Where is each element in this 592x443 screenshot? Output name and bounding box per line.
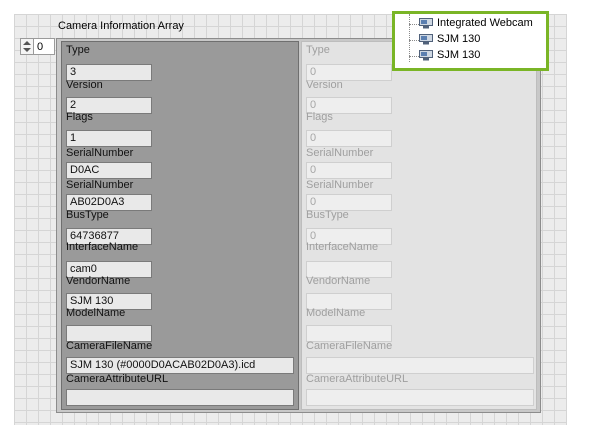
camera-icon (419, 50, 433, 61)
flags-value[interactable]: 0 (306, 130, 392, 147)
serial-number-label: SerialNumber (306, 147, 374, 159)
camera-file-name-value[interactable]: SJM 130 (#0000D0ACAB02D0A3).icd (66, 357, 294, 374)
camera-icon (419, 34, 433, 45)
camera-file-name-label: CameraFileName (306, 340, 393, 352)
camera-file-name-value[interactable] (306, 357, 534, 374)
flags-label: Flags (306, 111, 333, 123)
array-title: Camera Information Array (58, 20, 184, 32)
vendor-name-label: VendorName (306, 275, 371, 287)
flags-value[interactable]: 1 (66, 130, 152, 147)
serial-number-value[interactable]: D0AC (66, 162, 152, 179)
bus-type-label: BusType (66, 209, 109, 221)
camera-attribute-url-value[interactable] (66, 389, 294, 406)
model-name-label: ModelName (306, 307, 366, 319)
array-index-value[interactable]: 0 (37, 41, 43, 53)
list-item-label: SJM 130 (437, 33, 481, 45)
flags-label: Flags (66, 111, 93, 123)
cluster-element-inactive: Type 0 Version 0 Flags 0 SerialNumber 0 … (301, 41, 537, 410)
type-label: Type (66, 44, 90, 56)
camera-attribute-url-label: CameraAttributeURL (306, 373, 409, 385)
list-item-label: SJM 130 (437, 49, 481, 61)
vendor-name-label: VendorName (66, 275, 131, 287)
cluster-element-active: Type 3 Version 2 Flags 1 SerialNumber D0… (61, 41, 299, 410)
camera-attribute-url-label: CameraAttributeURL (66, 373, 169, 385)
interface-name-label: InterfaceName (66, 241, 139, 253)
tree-connector (409, 14, 410, 62)
index-spinner[interactable] (21, 39, 34, 54)
serial-number-2-label: SerialNumber (306, 179, 374, 191)
serial-number-2-label: SerialNumber (66, 179, 134, 191)
decrement-arrow-icon[interactable] (23, 48, 31, 52)
serial-number-value[interactable]: 0 (306, 162, 392, 179)
model-name-label: ModelName (66, 307, 126, 319)
list-item-label: Integrated Webcam (437, 17, 533, 29)
version-label: Version (66, 79, 103, 91)
device-list[interactable]: Integrated Webcam SJM 130 SJM 130 (392, 11, 549, 71)
increment-arrow-icon[interactable] (23, 41, 31, 45)
camera-attribute-url-value[interactable] (306, 389, 534, 406)
serial-number-label: SerialNumber (66, 147, 134, 159)
array-index-control[interactable]: 0 (20, 38, 55, 55)
bus-type-label: BusType (306, 209, 349, 221)
interface-name-label: InterfaceName (306, 241, 379, 253)
camera-icon (419, 18, 433, 29)
version-label: Version (306, 79, 343, 91)
camera-file-name-label: CameraFileName (66, 340, 153, 352)
type-label: Type (306, 44, 330, 56)
